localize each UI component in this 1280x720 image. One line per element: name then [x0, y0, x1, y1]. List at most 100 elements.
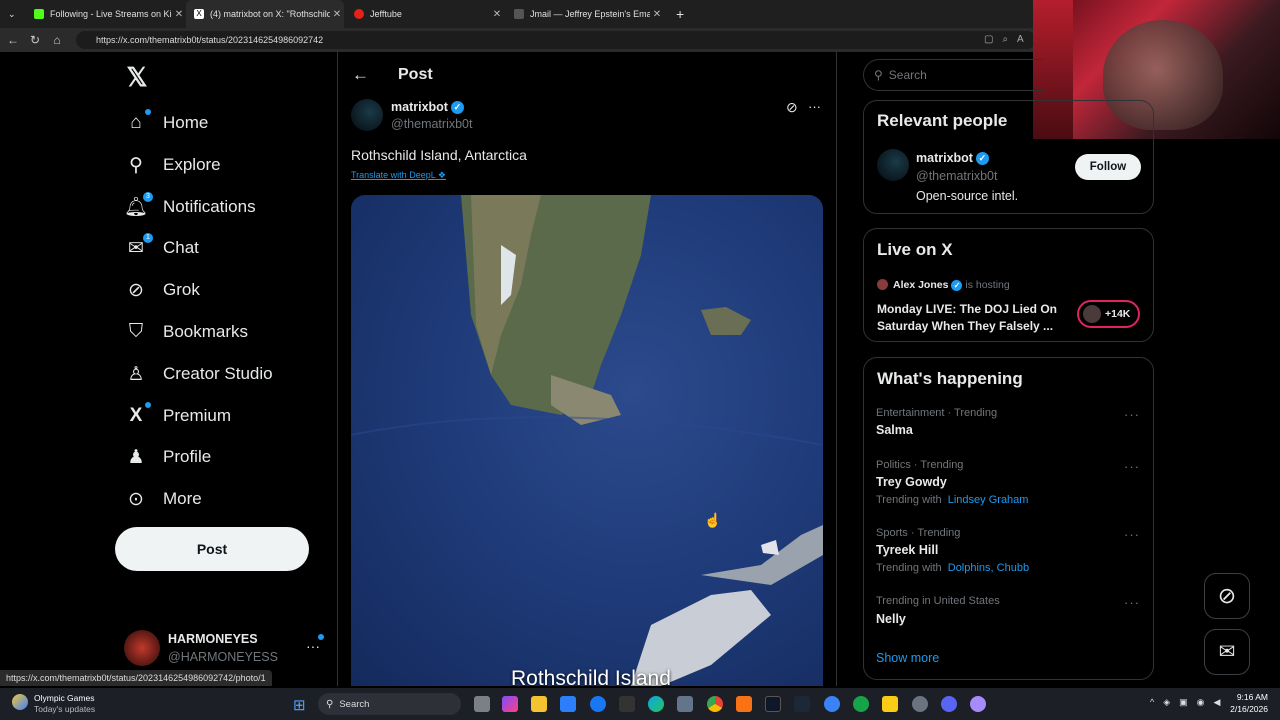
verified-badge-icon: ✓: [450, 101, 464, 115]
trend-name[interactable]: Tyreek Hill: [876, 543, 938, 557]
trend-more-icon[interactable]: ···: [1124, 459, 1140, 474]
sidebar-item-notifications[interactable]: 🔔︎ 3 Notifications: [124, 192, 256, 222]
discord-icon[interactable]: [941, 696, 957, 712]
post-text: Rothschild Island, Antarctica: [351, 147, 527, 163]
clock-date[interactable]: 2/16/2026: [1220, 704, 1268, 714]
windows-start-icon[interactable]: ⊞: [293, 696, 306, 714]
author-avatar[interactable]: [351, 99, 383, 131]
status-link-preview: https://x.com/thematrixb0t/status/202314…: [0, 670, 272, 686]
search-input[interactable]: ⚲ Search: [863, 59, 1043, 91]
show-more-link[interactable]: Show more: [876, 651, 939, 665]
terminal-icon[interactable]: [765, 696, 781, 712]
sidebar-item-bookmarks[interactable]: ⛉ Bookmarks: [124, 317, 248, 347]
post-image[interactable]: Rothschild Island: [351, 195, 823, 686]
close-tab-icon[interactable]: ✕: [490, 9, 504, 20]
olympic-news-icon[interactable]: [12, 694, 28, 710]
listener-avatar: [1083, 305, 1101, 323]
live-title: Live on X: [877, 240, 953, 259]
x-logo-icon[interactable]: 𝕏: [124, 63, 150, 91]
taskbar-search[interactable]: ⚲ Search: [318, 693, 461, 715]
app-icon[interactable]: [970, 696, 986, 712]
app-icon[interactable]: [824, 696, 840, 712]
sidebar-item-creator-studio[interactable]: ♙ Creator Studio: [124, 359, 272, 389]
clock-time[interactable]: 9:16 AM: [1228, 692, 1268, 702]
sidebar-item-more[interactable]: ⊙ More: [124, 484, 202, 514]
copilot-icon[interactable]: [502, 696, 518, 712]
bookmark-icon: ⛉: [128, 321, 144, 342]
search-icon: ⚲: [129, 154, 143, 176]
trend-more-icon[interactable]: ···: [1124, 407, 1140, 422]
post-button[interactable]: Post: [115, 527, 309, 571]
relevant-bio: Open-source intel.: [916, 189, 1019, 203]
jmail-favicon-icon: [514, 9, 524, 19]
back-arrow-icon[interactable]: ←: [2, 33, 24, 47]
sidebar-item-chat[interactable]: ✉ 1 Chat: [124, 233, 199, 263]
tab-jefftube[interactable]: Jefftube ✕: [346, 0, 504, 28]
close-tab-icon[interactable]: ✕: [330, 9, 344, 20]
sidebar-item-grok[interactable]: ⊘ Grok: [124, 275, 200, 305]
translate-link[interactable]: Translate with DeepL ❖: [351, 170, 446, 181]
relevant-name[interactable]: matrixbot ✓: [916, 151, 989, 166]
trend-name[interactable]: Nelly: [876, 612, 906, 626]
store-icon[interactable]: [560, 696, 576, 712]
edge-icon[interactable]: [648, 696, 664, 712]
trend-name[interactable]: Trey Gowdy: [876, 475, 947, 489]
system-tray-icons[interactable]: ^◈▣◉◀: [1150, 697, 1229, 708]
grok-float-icon[interactable]: ⊘: [1204, 573, 1250, 619]
account-avatar[interactable]: [124, 630, 160, 666]
close-tab-icon[interactable]: ✕: [172, 9, 186, 20]
live-listeners-pill[interactable]: +14K: [1077, 300, 1140, 328]
reload-icon[interactable]: ↻: [24, 33, 46, 47]
follow-button[interactable]: Follow: [1075, 154, 1141, 180]
tab-x-post[interactable]: X (4) matrixbot on X: "Rothschild Isla ✕: [186, 0, 344, 28]
author-name[interactable]: matrixbot ✓: [391, 100, 464, 115]
new-tab-button[interactable]: +: [668, 0, 688, 28]
sidebar-item-profile[interactable]: ♟ Profile: [124, 442, 211, 472]
grok-explain-icon[interactable]: ⊘: [786, 99, 798, 116]
sidebar-item-home[interactable]: ⌂ Home: [124, 108, 208, 138]
steam-icon[interactable]: [794, 696, 810, 712]
trend-meta: Entertainment · Trending: [876, 407, 998, 419]
task-view-icon[interactable]: [474, 696, 490, 712]
close-tab-icon[interactable]: ✕: [650, 9, 664, 20]
trend-more-icon[interactable]: ···: [1124, 527, 1140, 542]
news-title[interactable]: Olympic Games: [34, 693, 94, 703]
tab-kick[interactable]: Following - Live Streams on Kick ✕: [26, 0, 186, 28]
sticky-notes-icon[interactable]: [882, 696, 898, 712]
trend-meta: Trending in United States: [876, 595, 1000, 607]
address-bar[interactable]: https://x.com/thematrixb0t/status/202314…: [76, 31, 1036, 49]
sidebar-item-premium[interactable]: X Premium: [124, 401, 231, 431]
toolbar-icons[interactable]: ▢⌕A: [984, 34, 1033, 45]
calculator-icon[interactable]: [677, 696, 693, 712]
home-icon[interactable]: ⌂: [46, 33, 68, 47]
messages-float-icon[interactable]: ✉: [1204, 629, 1250, 675]
relevant-people-title: Relevant people: [877, 111, 1008, 130]
trend-meta: Politics · Trending: [876, 459, 964, 471]
sidebar-item-explore[interactable]: ⚲ Explore: [124, 150, 221, 180]
app-icon[interactable]: [736, 696, 752, 712]
verified-badge-icon: ✓: [951, 279, 963, 291]
tab-list-button[interactable]: ⌄: [0, 0, 24, 28]
settings-icon[interactable]: [912, 696, 928, 712]
x-premium-icon: X: [124, 402, 151, 428]
trend-name[interactable]: Salma: [876, 423, 913, 437]
whats-happening-card: What's happening: [863, 357, 1154, 680]
windows-taskbar: [0, 688, 1280, 720]
live-title-text[interactable]: Monday LIVE: The DOJ Lied On Saturday Whe…: [877, 301, 1057, 335]
host-name[interactable]: Alex Jones ✓ is hosting: [893, 279, 1010, 291]
relevant-avatar[interactable]: [877, 149, 909, 181]
kick-favicon-icon: [34, 9, 44, 19]
tab-jmail[interactable]: Jmail — Jeffrey Epstein's Emails ✕: [506, 0, 664, 28]
file-explorer-icon[interactable]: [531, 696, 547, 712]
account-menu-icon[interactable]: ···: [306, 634, 324, 654]
post-more-icon[interactable]: ···: [808, 99, 821, 114]
trend-meta: Sports · Trending: [876, 527, 961, 539]
xbox-icon[interactable]: [853, 696, 869, 712]
trend-more-icon[interactable]: ···: [1124, 595, 1140, 610]
facebook-icon[interactable]: [590, 696, 606, 712]
host-avatar: [877, 279, 888, 290]
amazon-icon[interactable]: [619, 696, 635, 712]
back-arrow-icon[interactable]: ←: [352, 65, 369, 85]
chrome-icon[interactable]: [707, 696, 723, 712]
verified-badge-icon: ✓: [975, 152, 989, 166]
